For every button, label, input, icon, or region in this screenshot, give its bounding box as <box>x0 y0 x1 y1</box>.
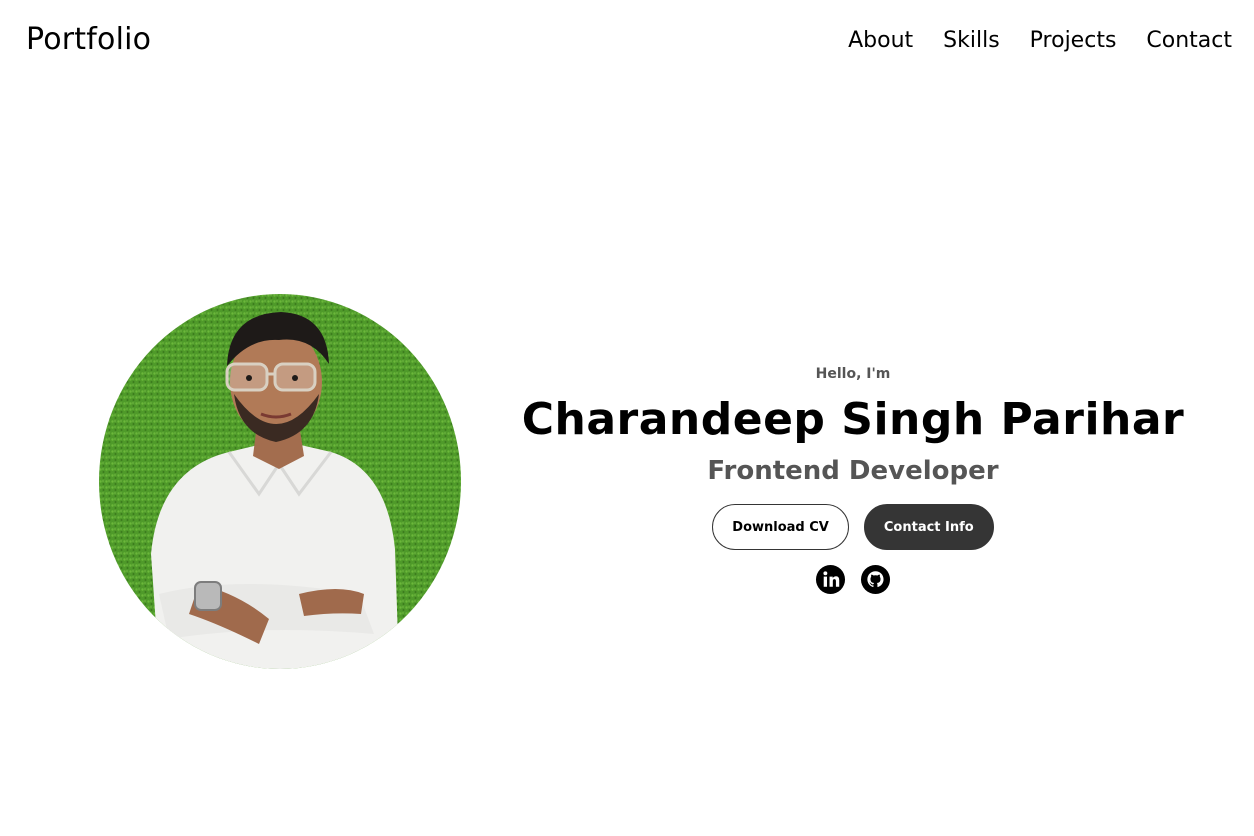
social-links <box>500 564 1206 595</box>
contact-info-button[interactable]: Contact Info <box>863 504 994 550</box>
intro-block: Hello, I'm Charandeep Singh Parihar Fron… <box>500 362 1206 595</box>
page-title: Charandeep Singh Parihar <box>521 394 1185 445</box>
job-title: Frontend Developer <box>707 456 999 486</box>
download-cv-button[interactable]: Download CV <box>712 504 849 550</box>
hero-buttons: Download CV Contact Info <box>500 504 1206 550</box>
linkedin-icon[interactable] <box>815 564 846 595</box>
profile-photo <box>99 294 461 669</box>
greeting-text: Hello, I'm <box>815 366 891 382</box>
github-icon[interactable] <box>860 564 891 595</box>
hero-section: Hello, I'm Charandeep Singh Parihar Fron… <box>0 0 1254 836</box>
